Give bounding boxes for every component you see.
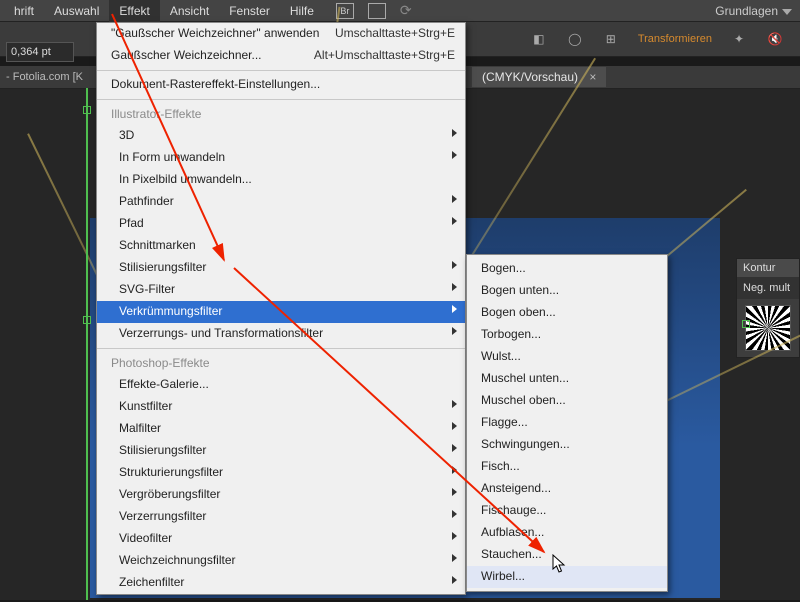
menu-effekt[interactable]: Effekt <box>109 0 159 22</box>
menu-item[interactable]: "Gaußscher Weichzeichner" anwendenUmscha… <box>97 23 465 45</box>
menu-item[interactable]: Kunstfilter <box>97 396 465 418</box>
close-icon[interactable]: × <box>589 70 596 84</box>
submenu-item[interactable]: Muschel unten... <box>467 368 667 390</box>
menu-fenster[interactable]: Fenster <box>219 0 280 22</box>
menu-item[interactable]: In Pixelbild umwandeln... <box>97 169 465 191</box>
submenu-item[interactable]: Muschel oben... <box>467 390 667 412</box>
layout-icon[interactable] <box>368 3 386 19</box>
menu-header: Photoshop-Effekte <box>97 352 465 374</box>
workspace-switcher[interactable]: Grundlagen <box>715 0 792 22</box>
menu-item[interactable]: 3D <box>97 125 465 147</box>
menu-item[interactable]: Pathfinder <box>97 191 465 213</box>
stroke-weight-input[interactable]: 0,364 pt <box>6 42 74 62</box>
menu-item[interactable]: Malfilter <box>97 418 465 440</box>
menu-item[interactable]: Strukturierungsfilter <box>97 462 465 484</box>
menu-item[interactable]: Videofilter <box>97 528 465 550</box>
globe-icon[interactable]: ◯ <box>566 30 584 48</box>
menu-item[interactable]: Verkrümmungsfilter <box>97 301 465 323</box>
align-icon[interactable]: ⊞ <box>602 30 620 48</box>
panel-row[interactable]: Neg. mult <box>737 277 799 299</box>
submenu-item[interactable]: Fisch... <box>467 456 667 478</box>
control-bar-right: ◧ ◯ ⊞ Transformieren ✦ 🔇 <box>530 22 800 56</box>
submenu-item[interactable]: Bogen unten... <box>467 280 667 302</box>
effect-menu[interactable]: "Gaußscher Weichzeichner" anwendenUmscha… <box>96 22 466 595</box>
menu-hrift[interactable]: hrift <box>4 0 44 22</box>
submenu-item[interactable]: Ansteigend... <box>467 478 667 500</box>
menu-item[interactable]: Vergröberungsfilter <box>97 484 465 506</box>
menu-item[interactable]: Effekte-Galerie... <box>97 374 465 396</box>
submenu-item[interactable]: Bogen... <box>467 258 667 280</box>
menu-item[interactable]: Verzerrungsfilter <box>97 506 465 528</box>
isolate-icon[interactable]: ✦ <box>730 30 748 48</box>
panel-tab[interactable]: Kontur <box>737 259 799 277</box>
tab-partial-left[interactable]: - Fotolia.com [K <box>0 71 89 83</box>
menu-header: Illustrator-Effekte <box>97 103 465 125</box>
menu-auswahl[interactable]: Auswahl <box>44 0 109 22</box>
menu-item[interactable]: Zeichenfilter <box>97 572 465 594</box>
menu-item[interactable]: Pfad <box>97 213 465 235</box>
menu-item[interactable]: Schnittmarken <box>97 235 465 257</box>
submenu-item[interactable]: Schwingungen... <box>467 434 667 456</box>
menu-item[interactable]: In Form umwandeln <box>97 147 465 169</box>
menu-item[interactable]: Stilisierungsfilter <box>97 257 465 279</box>
tab-label: (CMYK/Vorschau) <box>482 70 578 84</box>
menu-item[interactable]: Weichzeichnungsfilter <box>97 550 465 572</box>
submenu-item[interactable]: Flagge... <box>467 412 667 434</box>
stroke-panel[interactable]: Kontur Neg. mult <box>736 258 800 358</box>
submenu-item[interactable]: Bogen oben... <box>467 302 667 324</box>
menu-item[interactable]: SVG-Filter <box>97 279 465 301</box>
menu-item[interactable]: Stilisierungsfilter <box>97 440 465 462</box>
sync-icon[interactable]: ⟳ <box>400 2 412 19</box>
menubar: hriftAuswahlEffektAnsichtFensterHilfe Br… <box>0 0 800 22</box>
menu-item[interactable]: Gaußscher Weichzeichner...Alt+Umschaltta… <box>97 45 465 67</box>
workspace-label: Grundlagen <box>715 4 778 18</box>
menu-hilfe[interactable]: Hilfe <box>280 0 324 22</box>
submenu-item[interactable]: Wulst... <box>467 346 667 368</box>
menu-ansicht[interactable]: Ansicht <box>160 0 219 22</box>
submenu-item[interactable]: Aufblasen... <box>467 522 667 544</box>
opacity-icon[interactable]: ◧ <box>530 30 548 48</box>
transform-link[interactable]: Transformieren <box>638 33 712 45</box>
submenu-item[interactable]: Torbogen... <box>467 324 667 346</box>
menu-item[interactable]: Verzerrungs- und Transformationsfilter <box>97 323 465 345</box>
menu-item[interactable]: Dokument-Rastereffekt-Einstellungen... <box>97 74 465 96</box>
speaker-icon[interactable]: 🔇 <box>766 30 784 48</box>
submenu-item[interactable]: Wirbel... <box>467 566 667 588</box>
menubar-icons: Br ⟳ <box>336 2 412 19</box>
warp-submenu[interactable]: Bogen...Bogen unten...Bogen oben...Torbo… <box>466 254 668 592</box>
submenu-item[interactable]: Stauchen... <box>467 544 667 566</box>
submenu-item[interactable]: Fischauge... <box>467 500 667 522</box>
